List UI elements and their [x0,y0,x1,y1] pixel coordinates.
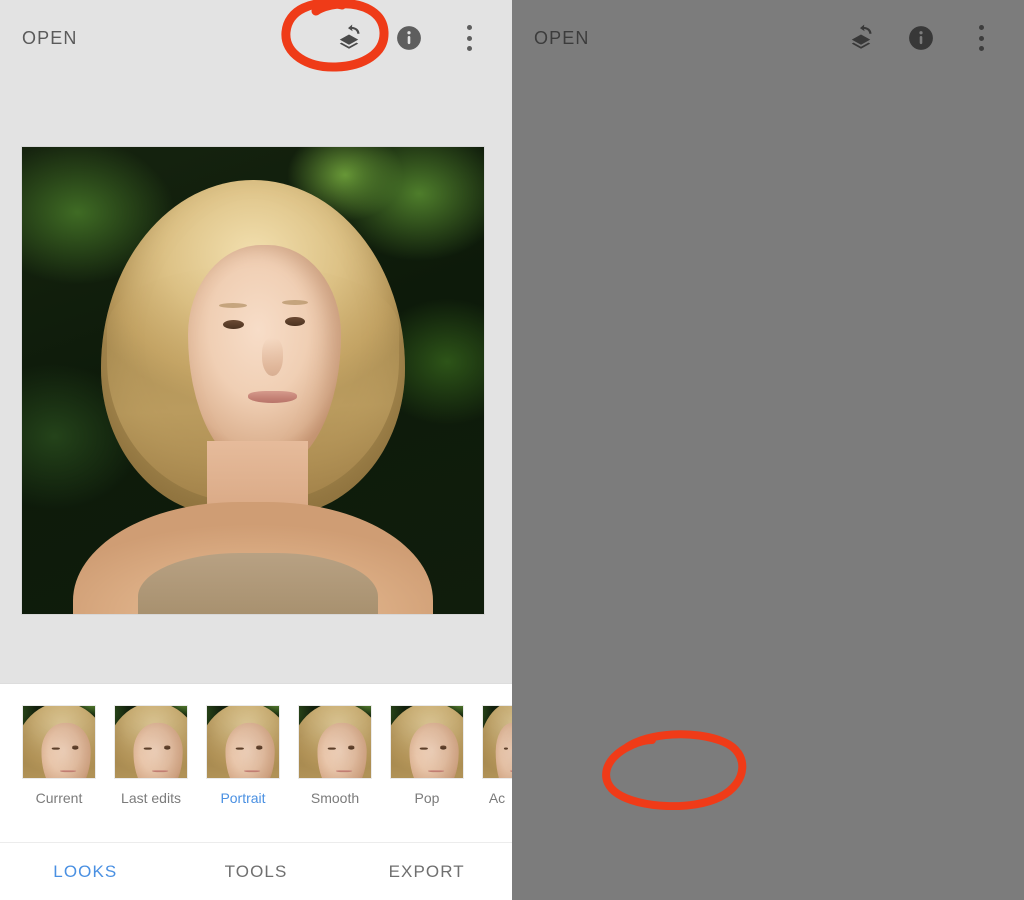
photo-canvas [391,706,463,778]
photo-mouth [248,390,297,403]
look-label: Last edits [121,790,181,806]
look-item-smooth[interactable]: Smooth [298,705,372,806]
left-topbar-actions [332,21,486,55]
open-button[interactable]: OPEN [22,28,77,49]
stack-undo-glyph [851,24,872,49]
look-thumbnail[interactable] [206,705,280,779]
photo-canvas [22,147,484,614]
look-item-current[interactable]: Current [22,705,96,806]
stack-undo-icon[interactable] [332,21,366,55]
left-panel: OPEN Current Last edits Portrait Smooth … [0,0,512,900]
look-label: Portrait [220,790,266,806]
look-label: Current [35,790,83,806]
photo-canvas [299,706,371,778]
photo-canvas [207,706,279,778]
photo-clothing [137,553,378,614]
kebab-menu-icon[interactable] [964,21,998,55]
stack-undo-icon[interactable] [844,21,878,55]
tab-tools[interactable]: TOOLS [171,862,342,882]
screenshot-root: OPEN Current Last edits Portrait Smooth … [0,0,1024,900]
tab-export[interactable]: EXPORT [341,862,512,882]
stack-undo-glyph [339,24,360,49]
look-thumbnail[interactable] [22,705,96,779]
kebab-menu-icon[interactable] [452,21,486,55]
look-item-pop[interactable]: Pop [390,705,464,806]
right-topbar-actions [844,21,998,55]
left-topbar: OPEN [0,0,512,76]
right-topbar: OPEN [512,0,1024,76]
info-glyph [909,26,933,50]
look-item-portrait[interactable]: Portrait [206,705,280,806]
looks-filmstrip[interactable]: Current Last edits Portrait Smooth Pop A… [0,684,512,806]
look-thumbnail[interactable] [390,705,464,779]
photo-nose [262,338,284,376]
bottom-tab-bar: LOOKS TOOLS EXPORT [0,842,512,900]
photo-canvas [483,706,512,778]
photo-canvas [23,706,95,778]
open-button[interactable]: OPEN [534,28,589,49]
highlight-circle-view-edits [602,730,747,810]
info-icon[interactable] [904,21,938,55]
look-label: Pop [414,790,440,806]
look-thumbnail[interactable] [482,705,512,779]
kebab-dots [466,25,472,51]
kebab-dots [978,25,984,51]
tab-looks[interactable]: LOOKS [0,862,171,882]
looks-panel: Current Last edits Portrait Smooth Pop A… [0,683,512,900]
main-photo[interactable] [22,147,484,614]
look-label: Ac [488,790,506,806]
info-glyph [397,26,421,50]
info-icon[interactable] [392,21,426,55]
look-label: Smooth [310,790,360,806]
look-thumbnail[interactable] [114,705,188,779]
look-thumbnail[interactable] [298,705,372,779]
right-panel: OPEN [512,0,1024,900]
photo-canvas [115,706,187,778]
look-item-accentuate[interactable]: Ac [482,705,512,806]
look-item-last-edits[interactable]: Last edits [114,705,188,806]
